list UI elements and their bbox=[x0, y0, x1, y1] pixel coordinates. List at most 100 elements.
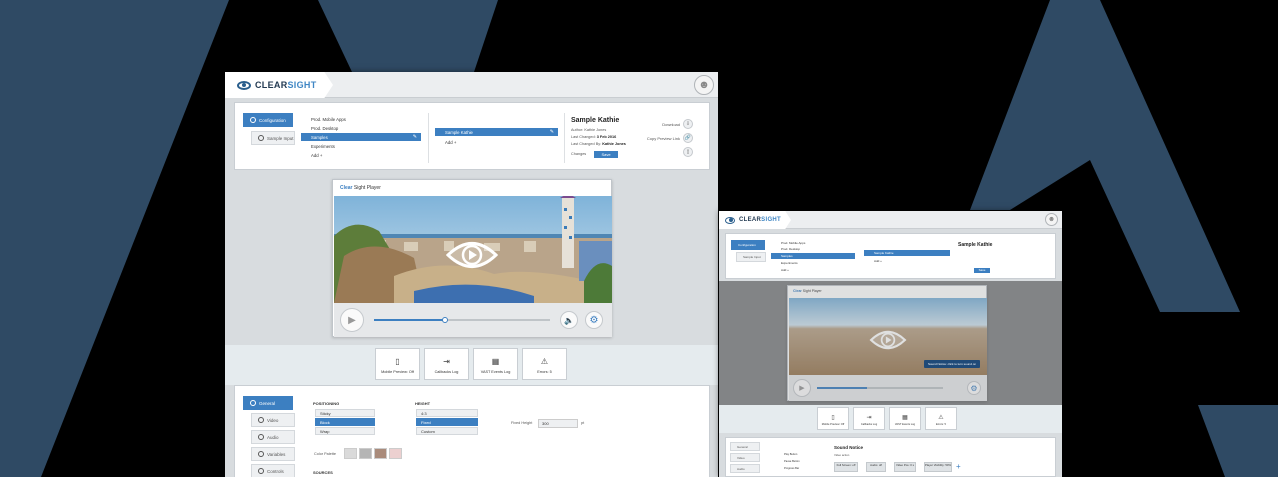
tab-audio[interactable]: Audio bbox=[730, 464, 760, 473]
errors-button[interactable]: ⚠ Errors: 5 bbox=[522, 348, 567, 380]
document-icon bbox=[258, 135, 264, 141]
app-logo[interactable]: CLEARSIGHT bbox=[719, 211, 791, 229]
play-button[interactable]: ▶ bbox=[340, 308, 364, 332]
action-item[interactable]: Pause Button bbox=[774, 459, 824, 464]
seek-bar[interactable] bbox=[817, 387, 943, 389]
height-option[interactable]: 4:3 bbox=[416, 409, 478, 417]
author-value: Kathie Jones bbox=[584, 128, 607, 132]
tab-general[interactable]: General bbox=[243, 396, 293, 410]
tab-configuration[interactable]: Configuration bbox=[243, 113, 293, 127]
list-item-selected[interactable]: Samples bbox=[771, 253, 855, 259]
download-icon[interactable]: ⇩ bbox=[683, 119, 693, 129]
sample-item-selected[interactable]: Sample Kathie ✎ bbox=[435, 128, 558, 136]
color-swatch[interactable] bbox=[389, 448, 402, 459]
errors-button[interactable]: ⚠ Errors: 5 bbox=[925, 407, 957, 430]
callbacks-log-button[interactable]: ⇥ Callbacks Log bbox=[424, 348, 469, 380]
tab-sample-input[interactable]: Sample Input bbox=[736, 252, 766, 262]
list-item[interactable]: Prod. Desktop bbox=[771, 246, 855, 252]
tab-video-label: Video bbox=[737, 455, 745, 460]
seek-handle[interactable] bbox=[442, 317, 448, 323]
sources-heading: SOURCES bbox=[313, 470, 333, 475]
action-item[interactable]: Play Button bbox=[774, 452, 824, 457]
mobile-icon[interactable]: ▯ bbox=[683, 147, 693, 157]
positioning-option-selected[interactable]: Block bbox=[315, 418, 375, 426]
tab-sample-input-label: Sample Input bbox=[743, 255, 761, 259]
edit-icon[interactable]: ✎ bbox=[413, 134, 417, 140]
add-link[interactable]: Add + bbox=[864, 258, 904, 264]
flow-step[interactable]: Video Pos: 0 s bbox=[894, 462, 916, 472]
vast-events-log-button[interactable]: ▦ VAST Events Log bbox=[889, 407, 921, 430]
player-title-rest: Sight Player bbox=[802, 289, 822, 293]
eye-play-icon[interactable] bbox=[446, 238, 498, 272]
color-swatch[interactable] bbox=[344, 448, 357, 459]
height-option-selected[interactable]: Fixed bbox=[416, 418, 478, 426]
settings-gear-icon[interactable]: ⚙ bbox=[585, 311, 603, 329]
sample-item-label: Sample Kathie bbox=[445, 129, 473, 135]
app-logo[interactable]: CLEARSIGHT bbox=[225, 72, 333, 98]
tab-audio-label: Audio bbox=[267, 434, 279, 440]
add-link[interactable]: Add + bbox=[771, 267, 811, 273]
tab-video[interactable]: Video bbox=[730, 453, 760, 462]
list-item[interactable]: Experiments bbox=[301, 142, 421, 150]
mobile-preview-button[interactable]: ▯ Mobile Preview: Off bbox=[817, 407, 849, 430]
tab-sample-input-label: Sample Input bbox=[267, 135, 294, 141]
mobile-preview-button[interactable]: ▯ Mobile Preview: Off bbox=[375, 348, 420, 380]
log-in-icon: ⇥ bbox=[443, 357, 450, 366]
fixed-height-input[interactable]: 300 bbox=[538, 419, 578, 428]
edit-icon[interactable]: ✎ bbox=[550, 129, 554, 135]
changes-label: Changes bbox=[571, 152, 587, 156]
color-swatch[interactable] bbox=[359, 448, 372, 459]
list-item[interactable]: Prod. Desktop bbox=[301, 124, 421, 132]
tab-sample-input[interactable]: Sample Input bbox=[251, 131, 295, 145]
sample-title: Sample Kathie bbox=[571, 117, 620, 124]
vast-events-log-button[interactable]: ▦ VAST Events Log bbox=[473, 348, 518, 380]
tab-configuration-label: Configuration bbox=[259, 117, 286, 123]
link-icon[interactable]: 🔗 bbox=[683, 133, 693, 143]
seek-bar[interactable] bbox=[374, 317, 550, 323]
callbacks-log-button[interactable]: ⇥ Callbacks Log bbox=[853, 407, 885, 430]
logo-text-b: SIGHT bbox=[287, 80, 317, 90]
save-button[interactable]: Save bbox=[594, 151, 618, 158]
errors-label: Errors: 5 bbox=[936, 423, 946, 426]
flow-step[interactable]: Full Screen: off bbox=[834, 462, 858, 472]
video-frame[interactable] bbox=[334, 196, 612, 303]
copy-preview-link-label: Copy Preview Link bbox=[646, 136, 680, 141]
sample-item-selected[interactable]: Sample Kathie bbox=[864, 250, 950, 256]
tab-video[interactable]: Video bbox=[251, 413, 295, 427]
sound-notice-subtitle: Video action bbox=[834, 453, 850, 457]
list-item[interactable]: Experiments bbox=[771, 260, 855, 266]
add-link[interactable]: Add + bbox=[301, 151, 361, 159]
fixed-height-unit: pt bbox=[581, 421, 585, 425]
eye-play-icon[interactable] bbox=[869, 328, 907, 352]
add-link[interactable]: Add + bbox=[435, 138, 495, 146]
flow-step[interactable]: Player Visibility: 50% bbox=[924, 462, 952, 472]
tab-variables[interactable]: Variables bbox=[251, 447, 295, 461]
tab-audio[interactable]: Audio bbox=[251, 430, 295, 444]
list-item-selected[interactable]: Samples ✎ bbox=[301, 133, 421, 141]
add-step-icon[interactable]: + bbox=[956, 462, 961, 471]
volume-icon[interactable]: 🔈 bbox=[560, 311, 578, 329]
tab-configuration[interactable]: Configuration bbox=[731, 240, 765, 250]
settings-gear-icon[interactable]: ⚙ bbox=[967, 381, 981, 395]
list-item[interactable]: Prod. Mobile Apps bbox=[301, 115, 421, 123]
height-option[interactable]: Custom bbox=[416, 427, 478, 435]
download-label: Download bbox=[662, 122, 680, 127]
app-header-secondary: CLEARSIGHT ☻ bbox=[719, 211, 1062, 229]
calendar-icon: ▦ bbox=[902, 415, 908, 421]
positioning-option[interactable]: Wrap bbox=[315, 427, 375, 435]
tab-audio-label: Audio bbox=[737, 466, 745, 471]
positioning-option[interactable]: Sticky bbox=[315, 409, 375, 417]
color-swatch[interactable] bbox=[374, 448, 387, 459]
flow-step[interactable]: Audio: off bbox=[866, 462, 886, 472]
video-player: Clear Sight Player ▶ 🔈 ⚙ bbox=[332, 179, 612, 337]
user-avatar-icon[interactable]: ☻ bbox=[694, 75, 714, 95]
user-avatar-icon[interactable]: ☻ bbox=[1045, 213, 1058, 226]
action-item[interactable]: Progress Bar bbox=[774, 466, 824, 471]
callbacks-log-label: Callbacks Log bbox=[860, 423, 878, 426]
tab-general[interactable]: General bbox=[730, 442, 760, 451]
play-button[interactable]: ▶ bbox=[793, 379, 811, 397]
positioning-heading: POSITIONING bbox=[313, 401, 340, 406]
save-button[interactable]: Save bbox=[974, 268, 990, 273]
tab-controls[interactable]: Controls bbox=[251, 464, 295, 477]
last-changed-line: Last Changed: 3 Feb 2016 bbox=[571, 135, 616, 139]
